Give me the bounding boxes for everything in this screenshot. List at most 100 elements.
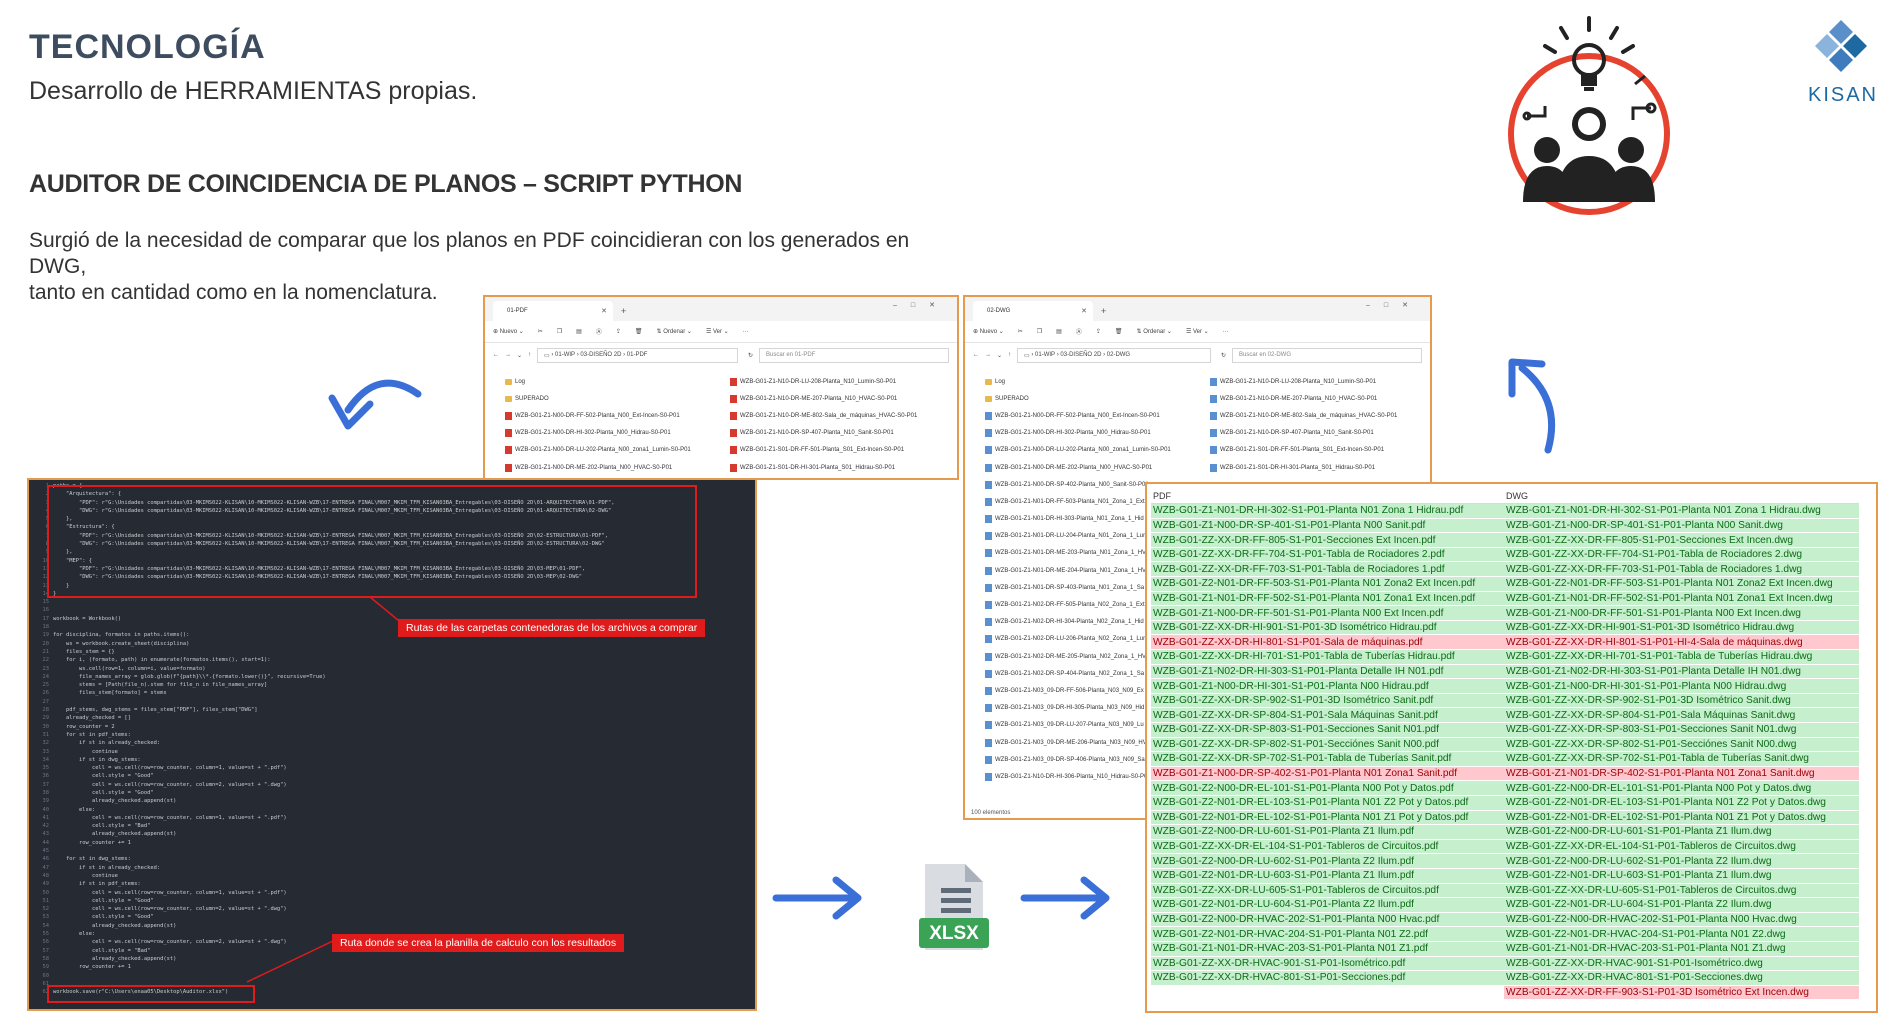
cell-dwg[interactable]: WZB-G01-Z1-N00-DR-HI-301-S1-P01-Planta N… bbox=[1504, 678, 1859, 694]
cell-dwg[interactable]: WZB-G01-Z2-N01-DR-LU-603-S1-P01-Planta Z… bbox=[1504, 868, 1859, 884]
file-item[interactable]: WZB-G01-Z1-S01-DR-HI-301-Planta_S01_Hidr… bbox=[1210, 459, 1430, 476]
cell-pdf[interactable]: WZB-G01-ZZ-XX-DR-HI-901-S1-P01-3D Isomét… bbox=[1151, 620, 1504, 636]
view-button[interactable]: ☰ Ver ⌄ bbox=[706, 328, 729, 335]
cell-pdf[interactable]: WZB-G01-Z2-N01-DR-HVAC-204-S1-P01-Planta… bbox=[1151, 926, 1504, 942]
breadcrumb-item[interactable]: 02-DWG bbox=[1107, 352, 1130, 358]
back-icon[interactable]: ← bbox=[493, 352, 499, 358]
file-item[interactable]: WZB-G01-Z1-N10-DR-ME-802-Sala_de_máquina… bbox=[1210, 407, 1430, 424]
window-controls[interactable]: –□✕ bbox=[1366, 301, 1422, 309]
cell-dwg[interactable]: WZB-G01-Z2-N01-DR-EL-103-S1-P01-Planta N… bbox=[1504, 795, 1859, 811]
cell-dwg[interactable]: WZB-G01-ZZ-XX-DR-LU-605-S1-P01-Tableros … bbox=[1504, 883, 1859, 899]
back-icon[interactable]: ← bbox=[973, 352, 979, 358]
new-button[interactable]: ⊕ Nuevo ⌄ bbox=[493, 328, 524, 335]
breadcrumb-item[interactable]: 03-DISEÑO 2D bbox=[1060, 352, 1101, 358]
cell-pdf[interactable]: WZB-G01-ZZ-XX-DR-SP-803-S1-P01-Secciones… bbox=[1151, 722, 1504, 738]
cell-pdf[interactable]: WZB-G01-Z2-N00-DR-LU-602-S1-P01-Planta Z… bbox=[1151, 853, 1504, 869]
cell-pdf[interactable]: WZB-G01-ZZ-XX-DR-SP-702-S1-P01-Tabla de … bbox=[1151, 751, 1504, 767]
sort-button[interactable]: ⇅ Ordenar ⌄ bbox=[657, 328, 692, 335]
new-tab-icon[interactable]: + bbox=[1101, 306, 1106, 316]
close-tab-icon[interactable]: ✕ bbox=[1081, 307, 1087, 315]
cell-pdf[interactable] bbox=[1151, 985, 1504, 1001]
cell-dwg[interactable]: WZB-G01-ZZ-XX-DR-SP-802-S1-P01-Secciónes… bbox=[1504, 737, 1859, 753]
cell-dwg[interactable]: WZB-G01-Z1-N00-DR-FF-501-S1-P01-Planta N… bbox=[1504, 605, 1859, 621]
cell-pdf[interactable]: WZB-G01-ZZ-XX-DR-HVAC-901-S1-P01-Isométr… bbox=[1151, 956, 1504, 972]
column-header-pdf[interactable]: PDF bbox=[1151, 489, 1504, 505]
file-item[interactable]: WZB-G01-Z1-S01-DR-HI-301-Planta_S01_Hidr… bbox=[730, 459, 955, 476]
copy-icon[interactable]: ❐ bbox=[1037, 328, 1042, 335]
cell-dwg[interactable]: WZB-G01-Z2-N01-DR-LU-604-S1-P01-Planta Z… bbox=[1504, 897, 1859, 913]
cell-dwg[interactable]: WZB-G01-ZZ-XX-DR-SP-804-S1-P01-Sala Máqu… bbox=[1504, 707, 1859, 723]
cell-dwg[interactable]: WZB-G01-ZZ-XX-DR-SP-902-S1-P01-3D Isomét… bbox=[1504, 693, 1859, 709]
breadcrumb-item[interactable]: 01-PDF bbox=[627, 352, 648, 358]
forward-icon[interactable]: → bbox=[985, 352, 991, 358]
up-icon[interactable]: ↑ bbox=[1008, 352, 1011, 358]
cell-pdf[interactable]: WZB-G01-Z1-N01-DR-HVAC-203-S1-P01-Planta… bbox=[1151, 941, 1504, 957]
up-icon[interactable]: ↑ bbox=[528, 352, 531, 358]
file-item[interactable]: WZB-G01-Z1-S01-DR-FF-501-Planta_S01_Ext-… bbox=[1210, 442, 1430, 459]
cell-pdf[interactable]: WZB-G01-ZZ-XX-DR-FF-703-S1-P01-Tabla de … bbox=[1151, 561, 1504, 578]
cell-dwg[interactable]: WZB-G01-ZZ-XX-DR-EL-104-S1-P01-Tableros … bbox=[1504, 839, 1859, 855]
cell-dwg[interactable]: WZB-G01-Z2-N00-DR-LU-602-S1-P01-Planta Z… bbox=[1504, 853, 1859, 869]
recent-icon[interactable]: ⌄ bbox=[997, 352, 1002, 359]
cell-pdf[interactable]: WZB-G01-Z1-N01-DR-FF-502-S1-P01-Planta N… bbox=[1151, 591, 1504, 607]
refresh-icon[interactable]: ↻ bbox=[748, 352, 753, 359]
cell-pdf[interactable]: WZB-G01-Z1-N02-DR-HI-303-S1-P01-Planta D… bbox=[1151, 664, 1504, 680]
sort-button[interactable]: ⇅ Ordenar ⌄ bbox=[1137, 328, 1172, 335]
share-icon[interactable]: ⇪ bbox=[616, 328, 621, 335]
cell-dwg[interactable]: WZB-G01-ZZ-XX-DR-SP-702-S1-P01-Tabla de … bbox=[1504, 751, 1859, 767]
view-button[interactable]: ☰ Ver ⌄ bbox=[1186, 328, 1209, 335]
cell-pdf[interactable]: WZB-G01-ZZ-XX-DR-FF-704-S1-P01-Tabla de … bbox=[1151, 547, 1504, 563]
cell-pdf[interactable]: WZB-G01-Z2-N00-DR-EL-101-S1-P01-Planta N… bbox=[1151, 780, 1504, 796]
file-item[interactable]: WZB-G01-Z1-N00-DR-ME-202-Planta_N00_HVAC… bbox=[505, 459, 730, 476]
cell-dwg[interactable]: WZB-G01-ZZ-XX-DR-HVAC-901-S1-P01-Isométr… bbox=[1504, 956, 1859, 972]
forward-icon[interactable]: → bbox=[505, 352, 511, 358]
cell-dwg[interactable]: WZB-G01-ZZ-XX-DR-HI-901-S1-P01-3D Isomét… bbox=[1504, 620, 1859, 636]
file-item[interactable]: WZB-G01-Z1-N10-DR-LU-208-Planta_N10_Lumi… bbox=[730, 373, 955, 390]
rename-icon[interactable]: Ⓐ bbox=[1076, 327, 1082, 336]
cell-pdf[interactable]: WZB-G01-ZZ-XX-DR-SP-802-S1-P01-Secciónes… bbox=[1151, 737, 1504, 753]
cell-pdf[interactable]: WZB-G01-ZZ-XX-DR-SP-902-S1-P01-3D Isomét… bbox=[1151, 693, 1504, 709]
delete-icon[interactable]: 🗑 bbox=[635, 328, 643, 335]
file-item[interactable]: WZB-G01-Z1-N00-DR-FF-502-Planta_N00_Ext-… bbox=[505, 407, 730, 424]
cell-pdf[interactable]: WZB-G01-Z1-N00-DR-SP-402-S1-P01-Planta N… bbox=[1151, 766, 1504, 782]
cell-dwg[interactable]: WZB-G01-Z2-N01-DR-EL-102-S1-P01-Planta N… bbox=[1504, 810, 1859, 826]
file-item[interactable]: WZB-G01-Z1-N10-DR-ME-207-Planta_N10_HVAC… bbox=[730, 390, 955, 407]
search-input[interactable]: Buscar en 01-PDF bbox=[759, 347, 949, 363]
cell-pdf[interactable]: WZB-G01-ZZ-XX-DR-EL-104-S1-P01-Tableros … bbox=[1151, 839, 1504, 855]
file-item[interactable]: WZB-G01-Z1-N10-DR-ME-207-Planta_N10_HVAC… bbox=[1210, 390, 1430, 407]
refresh-icon[interactable]: ↻ bbox=[1221, 352, 1226, 359]
file-item[interactable]: Log bbox=[505, 373, 730, 390]
breadcrumb-item[interactable]: 03-DISEÑO 2D bbox=[580, 352, 621, 358]
cell-dwg[interactable]: WZB-G01-Z1-N01-DR-FF-502-S1-P01-Planta N… bbox=[1504, 591, 1859, 607]
cell-dwg[interactable]: WZB-G01-ZZ-XX-DR-FF-704-S1-P01-Tabla de … bbox=[1504, 547, 1859, 563]
column-header-dwg[interactable]: DWG bbox=[1504, 489, 1859, 505]
cell-pdf[interactable]: WZB-G01-ZZ-XX-DR-HVAC-801-S1-P01-Seccion… bbox=[1151, 970, 1504, 986]
cell-pdf[interactable]: WZB-G01-Z1-N01-DR-HI-302-S1-P01-Planta N… bbox=[1151, 503, 1504, 519]
cell-pdf[interactable]: WZB-G01-Z1-N00-DR-SP-401-S1-P01-Planta N… bbox=[1151, 518, 1504, 534]
cell-dwg[interactable]: WZB-G01-Z2-N00-DR-HVAC-202-S1-P01-Planta… bbox=[1504, 912, 1859, 928]
cell-pdf[interactable]: WZB-G01-ZZ-XX-DR-LU-605-S1-P01-Tableros … bbox=[1151, 883, 1504, 899]
cell-dwg[interactable]: WZB-G01-Z2-N01-DR-FF-503-S1-P01-Planta N… bbox=[1504, 576, 1859, 592]
breadcrumb-item[interactable]: 01-WIP bbox=[555, 352, 575, 358]
cell-pdf[interactable]: WZB-G01-Z1-N00-DR-FF-501-S1-P01-Planta N… bbox=[1151, 605, 1504, 621]
file-item[interactable]: WZB-G01-Z1-N00-DR-ME-202-Planta_N00_HVAC… bbox=[985, 459, 1210, 476]
tab-01-pdf[interactable]: 01-PDF ✕ bbox=[493, 301, 613, 321]
window-controls[interactable]: –□✕ bbox=[893, 301, 949, 309]
file-item[interactable]: WZB-G01-Z1-S01-DR-FF-501-Planta_S01_Ext-… bbox=[730, 442, 955, 459]
cell-dwg[interactable]: WZB-G01-Z1-N02-DR-HI-303-S1-P01-Planta D… bbox=[1504, 664, 1859, 680]
file-item[interactable]: G01-Z1-S01-DR-LU-201-Planta_S01_Lumin-S0… bbox=[730, 476, 955, 478]
paste-icon[interactable]: ▤ bbox=[1056, 328, 1062, 335]
cell-pdf[interactable]: WZB-G01-Z2-N00-DR-LU-601-S1-P01-Planta Z… bbox=[1151, 824, 1504, 840]
file-item[interactable]: WZB-G01-Z1-N10-DR-SP-407-Planta_N10_Sani… bbox=[730, 425, 955, 442]
search-input[interactable]: Buscar en 02-DWG bbox=[1232, 347, 1422, 363]
paste-icon[interactable]: ▤ bbox=[576, 328, 582, 335]
cell-dwg[interactable]: WZB-G01-Z1-N00-DR-SP-401-S1-P01-Planta N… bbox=[1504, 518, 1859, 534]
rename-icon[interactable]: Ⓐ bbox=[596, 327, 602, 336]
cell-pdf[interactable]: WZB-G01-Z2-N01-DR-EL-102-S1-P01-Planta N… bbox=[1151, 810, 1504, 826]
cell-dwg[interactable]: WZB-G01-ZZ-XX-DR-HI-701-S1-P01-Tabla de … bbox=[1504, 649, 1859, 665]
share-icon[interactable]: ⇪ bbox=[1096, 328, 1101, 335]
cell-dwg[interactable]: WZB-G01-Z1-N01-DR-HVAC-203-S1-P01-Planta… bbox=[1504, 941, 1859, 957]
cell-dwg[interactable]: WZB-G01-ZZ-XX-DR-HVAC-801-S1-P01-Seccion… bbox=[1504, 970, 1859, 986]
file-item[interactable]: WZB-G01-Z1-N10-DR-SP-407-Planta_N10_Sani… bbox=[1210, 425, 1430, 442]
address-bar[interactable]: ▭ › 01-WIP › 03-DISEÑO 2D › 01-PDF bbox=[537, 347, 738, 363]
